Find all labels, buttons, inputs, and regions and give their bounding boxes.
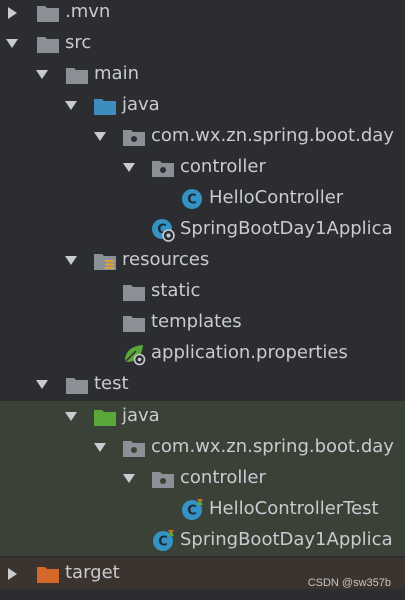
chevron-right-icon[interactable] [4, 558, 20, 589]
project-tree: .mvn src main java com.wx.zn.spring.boot… [0, 0, 405, 600]
folder-icon [122, 280, 146, 304]
package-icon [122, 125, 146, 149]
package-icon [122, 436, 146, 460]
folder-icon [65, 373, 89, 397]
svg-text:C: C [158, 535, 168, 550]
svg-text:C: C [187, 193, 197, 208]
chevron-down-icon[interactable] [4, 28, 20, 59]
tree-item-test-package[interactable]: com.wx.zn.spring.boot.day [0, 432, 405, 463]
package-icon [151, 156, 175, 180]
tree-item-hello-controller[interactable]: C HelloController [0, 183, 405, 214]
chevron-down-icon[interactable] [34, 369, 50, 400]
chevron-down-icon[interactable] [92, 121, 108, 152]
spring-leaf-icon [122, 342, 146, 366]
tree-item-resources[interactable]: resources [0, 245, 405, 276]
chevron-down-icon[interactable] [63, 245, 79, 276]
test-folder-icon [93, 405, 117, 429]
chevron-down-icon[interactable] [92, 432, 108, 463]
class-icon: C [180, 187, 204, 211]
excluded-folder-icon [36, 562, 60, 586]
tree-item-static[interactable]: static [0, 276, 405, 307]
folder-icon [65, 63, 89, 87]
tree-item-test-java[interactable]: java [0, 401, 405, 432]
tree-item-test[interactable]: test [0, 369, 405, 400]
tree-item-main-controller[interactable]: controller [0, 152, 405, 183]
tree-item-main-package[interactable]: com.wx.zn.spring.boot.day [0, 121, 405, 152]
chevron-down-icon[interactable] [121, 152, 137, 183]
tree-item-templates[interactable]: templates [0, 307, 405, 338]
tree-item-main-java[interactable]: java [0, 90, 405, 121]
folder-icon [122, 311, 146, 335]
tree-item-main-application[interactable]: C SpringBootDay1Applica [0, 214, 405, 245]
folder-icon [36, 1, 60, 25]
test-class-icon: C [180, 498, 204, 522]
tree-item-hello-controller-test[interactable]: C HelloControllerTest [0, 494, 405, 525]
source-folder-icon [93, 94, 117, 118]
resources-folder-icon [93, 249, 117, 273]
folder-icon [36, 32, 60, 56]
chevron-right-icon[interactable] [4, 0, 20, 28]
svg-text:C: C [187, 504, 197, 519]
chevron-down-icon[interactable] [121, 463, 137, 494]
tree-item-application-properties[interactable]: application.properties [0, 338, 405, 369]
spring-boot-app-icon: C [151, 218, 175, 242]
tree-item-test-application[interactable]: C SpringBootDay1Applica [0, 525, 405, 556]
tree-item-main[interactable]: main [0, 59, 405, 90]
tree-item-src[interactable]: src [0, 28, 405, 59]
test-class-icon: C [151, 529, 175, 553]
watermark: CSDN @sw357b [307, 577, 391, 589]
tree-item-test-controller[interactable]: controller [0, 463, 405, 494]
chevron-down-icon[interactable] [63, 401, 79, 432]
chevron-down-icon[interactable] [63, 90, 79, 121]
chevron-down-icon[interactable] [34, 59, 50, 90]
package-icon [151, 467, 175, 491]
tree-item-mvn[interactable]: .mvn [0, 0, 405, 28]
